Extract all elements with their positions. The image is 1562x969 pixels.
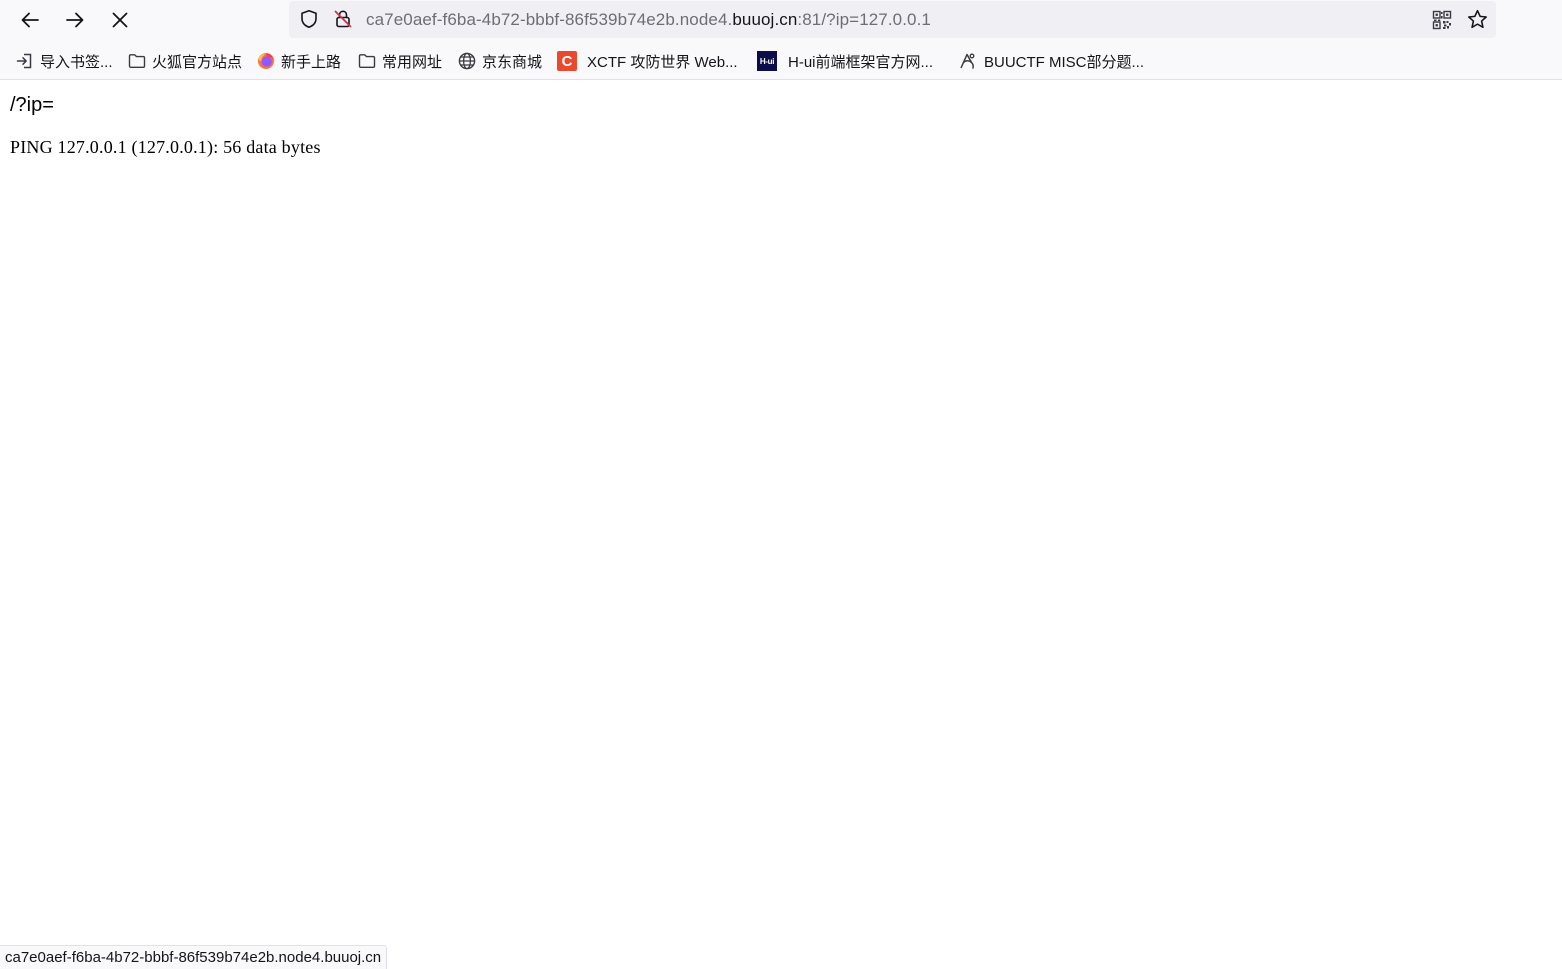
xctf-icon: C (557, 51, 577, 71)
url-suffix: :81/?ip=127.0.0.1 (797, 10, 931, 29)
bookmark-xctf[interactable]: C XCTF 攻防世界 Web... (557, 50, 738, 72)
bookmark-import[interactable]: 导入书签... (16, 50, 113, 72)
folder-icon (358, 52, 376, 70)
bookmark-hui-framework[interactable]: H-ui H-ui前端框架官方网... (757, 50, 933, 72)
bookmark-label: 新手上路 (281, 53, 342, 71)
stop-loading-button[interactable] (104, 4, 136, 36)
bookmark-label: H-ui前端框架官方网... (788, 53, 934, 71)
browser-window: ca7e0aef-f6ba-4b72-bbbf-86f539b74e2b.nod… (0, 0, 1562, 969)
bookmark-folder-common-sites[interactable]: 常用网址 (358, 50, 442, 72)
bookmark-label: 京东商城 (482, 53, 543, 71)
arrow-right-icon (66, 12, 84, 28)
stop-loading-x-icon (112, 12, 128, 28)
url-prefix: ca7e0aef-f6ba-4b72-bbbf-86f539b74e2b.nod… (366, 10, 733, 29)
globe-icon (458, 52, 476, 70)
bookmark-label: 火狐官方站点 (152, 53, 243, 71)
status-bar: ca7e0aef-f6ba-4b72-bbbf-86f539b74e2b.nod… (0, 945, 388, 969)
back-button[interactable] (14, 4, 46, 36)
bookmark-jd-mall[interactable]: 京东商城 (458, 50, 542, 72)
bookmarks-toolbar: 导入书签... 火狐官方站点 新手上路 常用网址 京东商城 C XCTF 攻防世… (0, 40, 1562, 80)
bookmark-getting-started[interactable]: 新手上路 (257, 50, 341, 72)
qr-code-icon[interactable] (1432, 10, 1452, 30)
folder-icon (128, 52, 146, 70)
browser-toolbar: ca7e0aef-f6ba-4b72-bbbf-86f539b74e2b.nod… (0, 0, 1562, 40)
bookmark-label: XCTF 攻防世界 Web... (587, 53, 738, 71)
bookmark-folder-firefox-official[interactable]: 火狐官方站点 (128, 50, 242, 72)
tracking-protection-shield-icon[interactable] (299, 9, 319, 29)
bookmark-label: 导入书签... (40, 53, 113, 71)
hui-icon: H-ui (757, 51, 777, 71)
ping-output: PING 127.0.0.1 (127.0.0.1): 56 data byte… (10, 137, 321, 157)
page-content: /?ip= PING 127.0.0.1 (127.0.0.1): 56 dat… (0, 80, 1562, 969)
address-bar[interactable]: ca7e0aef-f6ba-4b72-bbbf-86f539b74e2b.nod… (289, 1, 1496, 38)
bookmark-label: BUUCTF MISC部分题... (984, 53, 1144, 71)
bookmark-label: 常用网址 (382, 53, 443, 71)
buuctf-icon (958, 52, 976, 70)
import-icon (16, 52, 34, 70)
page-query-text: /?ip= (10, 94, 54, 116)
insecure-lock-icon[interactable] (333, 9, 353, 29)
firefox-icon (257, 52, 275, 70)
url-domain: buuoj.cn (732, 10, 798, 29)
bookmark-star-icon[interactable] (1467, 9, 1488, 30)
bookmark-buuctf-misc[interactable]: BUUCTF MISC部分题... (958, 50, 1144, 72)
forward-button[interactable] (59, 4, 91, 36)
arrow-left-icon (21, 12, 39, 28)
url-text[interactable]: ca7e0aef-f6ba-4b72-bbbf-86f539b74e2b.nod… (366, 10, 931, 30)
